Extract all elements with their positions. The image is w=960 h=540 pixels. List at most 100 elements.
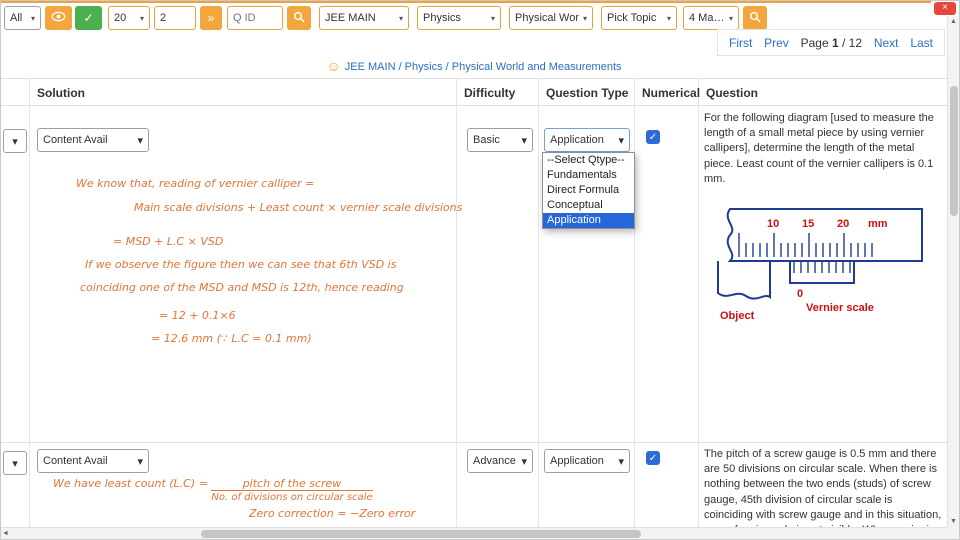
question-type-value: Application bbox=[550, 134, 604, 146]
solution-line: We know that, reading of vernier callipe… bbox=[76, 177, 315, 190]
check-icon: ✓ bbox=[648, 452, 658, 464]
chapter-value: Physical Wor bbox=[515, 12, 579, 24]
header-difficulty: Difficulty bbox=[464, 86, 516, 100]
column-divider bbox=[538, 79, 539, 527]
difficulty-value: Basic bbox=[473, 134, 500, 146]
filter-all-select[interactable]: All ▾ bbox=[4, 6, 41, 30]
pagination-next[interactable]: Next bbox=[874, 36, 899, 50]
topic-select[interactable]: Pick Topic ▾ bbox=[601, 6, 677, 30]
page-number-input[interactable] bbox=[154, 6, 196, 30]
column-divider bbox=[29, 79, 30, 527]
qtype-option-fundamentals[interactable]: Fundamentals bbox=[543, 168, 634, 183]
column-divider bbox=[456, 79, 457, 527]
solution-line: If we observe the figure then we can see… bbox=[85, 258, 397, 271]
vertical-scrollbar[interactable]: ▲ ▼ bbox=[947, 16, 959, 527]
chapter-select[interactable]: Physical Wor ▾ bbox=[509, 6, 593, 30]
vertical-scrollbar-thumb[interactable] bbox=[950, 86, 958, 216]
horizontal-scrollbar-thumb[interactable] bbox=[201, 530, 641, 538]
pagination-last[interactable]: Last bbox=[910, 36, 933, 50]
search-icon bbox=[293, 11, 305, 26]
solution-line: = 12.6 mm (∵ L.C = 0.1 mm) bbox=[151, 332, 312, 345]
diagram-object-label: Object bbox=[720, 310, 755, 322]
chevron-down-icon: ▾ bbox=[139, 13, 144, 23]
search-qid-button[interactable] bbox=[287, 6, 311, 30]
exam-value: JEE MAIN bbox=[325, 12, 376, 24]
header-bottom-border bbox=[1, 105, 947, 106]
chevron-down-icon: ▾ bbox=[490, 13, 495, 23]
qtype-option-direct-formula[interactable]: Direct Formula bbox=[543, 183, 634, 198]
pagination-first[interactable]: First bbox=[729, 36, 752, 50]
question-type-select[interactable]: Application ▾ bbox=[544, 128, 630, 152]
pagination-prev[interactable]: Prev bbox=[764, 36, 789, 50]
chevron-down-icon: ▾ bbox=[12, 135, 18, 148]
search-filters-button[interactable] bbox=[743, 6, 767, 30]
search-icon bbox=[749, 11, 761, 26]
chevron-down-icon: ▾ bbox=[618, 455, 624, 468]
row-action-dropdown[interactable]: ▾ bbox=[3, 129, 27, 153]
question-type-select[interactable]: Application ▾ bbox=[544, 449, 630, 473]
numerical-checkbox[interactable]: ✓ bbox=[646, 451, 660, 465]
close-button[interactable]: × bbox=[934, 2, 956, 15]
chevron-down-icon: ▾ bbox=[30, 13, 35, 23]
scroll-down-icon[interactable]: ▼ bbox=[950, 518, 957, 525]
column-divider bbox=[698, 79, 699, 527]
chevron-down-icon: ▾ bbox=[521, 455, 527, 468]
marks-select[interactable]: 4 Marks ▾ bbox=[683, 6, 739, 30]
header-question: Question bbox=[706, 86, 759, 100]
question-id-input[interactable] bbox=[227, 6, 283, 30]
qtype-option-application[interactable]: Application bbox=[543, 213, 634, 228]
solution-line: = MSD + L.C × VSD bbox=[113, 235, 224, 248]
marks-value: 4 Marks bbox=[689, 12, 725, 24]
page-size-select[interactable]: 20 ▾ bbox=[108, 6, 150, 30]
question-type-value: Application bbox=[550, 455, 604, 467]
horizontal-scrollbar[interactable]: ◄ bbox=[1, 527, 947, 539]
smiley-icon: ☺ bbox=[326, 58, 341, 74]
difficulty-select[interactable]: Advance ▾ bbox=[467, 449, 533, 473]
scrollbar-corner bbox=[947, 527, 959, 539]
solution-line: = 12 + 0.1×6 bbox=[159, 309, 236, 322]
content-availability-select[interactable]: Content Avail ▾ bbox=[37, 449, 149, 473]
row-action-dropdown[interactable]: ▾ bbox=[3, 451, 27, 475]
diagram-number-15: 15 bbox=[802, 218, 814, 230]
chevron-down-icon: ▾ bbox=[137, 455, 143, 468]
diagram-unit-label: mm bbox=[868, 218, 888, 230]
breadcrumb-link[interactable]: JEE MAIN / Physics / Physical World and … bbox=[345, 61, 622, 73]
exam-select[interactable]: JEE MAIN ▾ bbox=[319, 6, 409, 30]
close-icon: × bbox=[942, 2, 948, 13]
numerical-checkbox[interactable]: ✓ bbox=[646, 130, 660, 144]
preview-eye-button[interactable] bbox=[45, 6, 72, 30]
question-bank-window: All ▾ ✓ 20 ▾ » JEE MAIN ▾ bbox=[0, 0, 960, 540]
content-availability-value: Content Avail bbox=[43, 455, 108, 467]
breadcrumb: ☺ JEE MAIN / Physics / Physical World and… bbox=[1, 58, 947, 74]
solution-line: Main scale divisions + Least count × ver… bbox=[134, 201, 463, 214]
header-solution: Solution bbox=[37, 86, 85, 100]
table-top-border bbox=[1, 78, 947, 79]
check-icon: ✓ bbox=[83, 11, 94, 25]
eye-icon bbox=[51, 11, 66, 25]
chevron-down-icon: ▾ bbox=[728, 13, 733, 23]
solution-line: coinciding one of the MSD and MSD is 12t… bbox=[80, 281, 404, 294]
qtype-option-conceptual[interactable]: Conceptual bbox=[543, 198, 634, 213]
chevron-down-icon: ▾ bbox=[521, 134, 527, 147]
scroll-left-icon[interactable]: ◄ bbox=[2, 530, 9, 537]
chevron-down-icon: ▾ bbox=[398, 13, 403, 23]
difficulty-select[interactable]: Basic ▾ bbox=[467, 128, 533, 152]
pagination: First Prev Page 1 / 12 Next Last bbox=[717, 29, 945, 56]
header-question-type: Question Type bbox=[546, 86, 629, 100]
confirm-check-button[interactable]: ✓ bbox=[75, 6, 102, 30]
chevron-down-icon: ▾ bbox=[618, 134, 624, 147]
check-icon: ✓ bbox=[648, 131, 658, 143]
subject-select[interactable]: Physics ▾ bbox=[417, 6, 501, 30]
content-availability-select[interactable]: Content Avail ▾ bbox=[37, 128, 149, 152]
filter-all-value: All bbox=[10, 12, 23, 24]
page-size-value: 20 bbox=[114, 12, 127, 24]
diagram-zero-label: 0 bbox=[797, 288, 803, 300]
top-accent-line bbox=[1, 1, 931, 3]
qtype-option-select[interactable]: --Select Qtype-- bbox=[543, 153, 634, 168]
diagram-vernier-scale-label: Vernier scale bbox=[806, 302, 874, 314]
solution-line: Zero correction = −Zero error bbox=[249, 507, 416, 520]
subject-value: Physics bbox=[423, 12, 461, 24]
go-to-page-button[interactable]: » bbox=[200, 6, 222, 30]
question-text: For the following diagram [used to measu… bbox=[704, 112, 934, 185]
scroll-up-icon[interactable]: ▲ bbox=[950, 18, 957, 25]
